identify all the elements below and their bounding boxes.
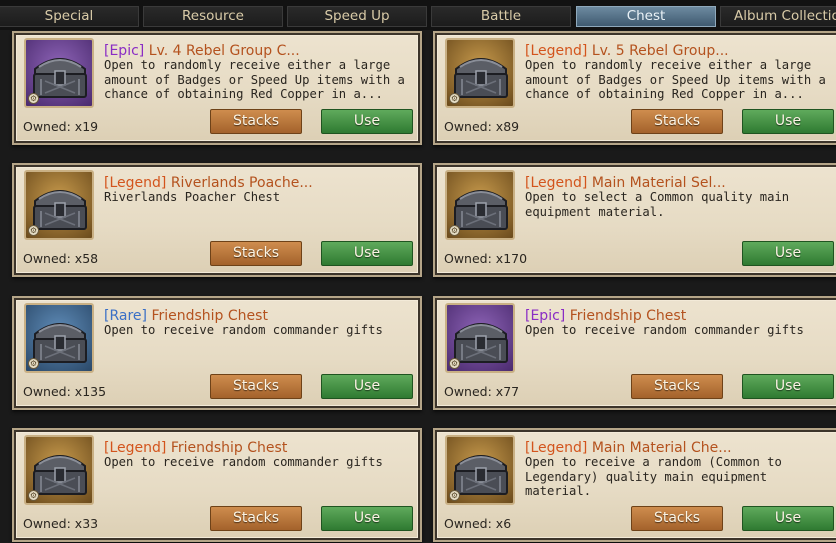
owned-count: Owned: x19 xyxy=(23,119,99,134)
gear-icon: ⚙ xyxy=(28,490,39,501)
stacks-button[interactable]: Stacks xyxy=(210,109,302,134)
item-description: Open to randomly receive either a large … xyxy=(104,58,405,101)
item-name: Friendship Chest xyxy=(170,440,288,456)
item-title: [Legend] Main Material Sel... xyxy=(525,175,833,191)
item-card: ⚙ [Epic] Lv. 4 Rebel Group C... Open to … xyxy=(12,31,422,145)
item-title: [Legend] Lv. 5 Rebel Group... xyxy=(525,43,833,59)
item-card: ⚙ [Legend] Main Material Sel... Open to … xyxy=(433,163,836,277)
use-button[interactable]: Use xyxy=(321,374,413,399)
item-card: ⚙ [Epic] Friendship Chest Open to receiv… xyxy=(433,296,836,410)
tab-album-collection[interactable]: Album Collection xyxy=(720,6,836,27)
use-button[interactable]: Use xyxy=(742,506,834,531)
owned-count: Owned: x89 xyxy=(444,119,520,134)
item-description: Open to receive random commander gifts xyxy=(104,323,383,337)
use-button[interactable]: Use xyxy=(742,241,834,266)
item-card: ⚙ [Rare] Friendship Chest Open to receiv… xyxy=(12,296,422,410)
item-description: Open to receive random commander gifts xyxy=(104,455,383,469)
item-rarity: [Rare] xyxy=(104,308,147,324)
item-icon-frame[interactable]: ⚙ xyxy=(445,38,515,108)
tab-chest[interactable]: Chest xyxy=(576,6,716,27)
item-icon-frame[interactable]: ⚙ xyxy=(24,38,94,108)
item-description: Open to receive random commander gifts xyxy=(525,323,804,337)
use-button[interactable]: Use xyxy=(321,506,413,531)
item-card: ⚙ [Legend] Riverlands Poache... Riverlan… xyxy=(12,163,422,277)
item-icon-frame[interactable]: ⚙ xyxy=(445,170,515,240)
stacks-button[interactable]: Stacks xyxy=(210,374,302,399)
item-title: [Legend] Main Material Che... xyxy=(525,440,833,456)
item-icon-frame[interactable]: ⚙ xyxy=(445,303,515,373)
item-rarity: [Epic] xyxy=(104,43,145,59)
item-name: Friendship Chest xyxy=(151,308,268,324)
use-button[interactable]: Use xyxy=(742,374,834,399)
item-icon-frame[interactable]: ⚙ xyxy=(24,435,94,505)
gear-icon: ⚙ xyxy=(449,358,460,369)
item-description: Open to randomly receive either a large … xyxy=(525,58,826,101)
item-title: [Epic] Friendship Chest xyxy=(525,308,833,324)
owned-count: Owned: x6 xyxy=(444,516,512,531)
gear-icon: ⚙ xyxy=(28,225,39,236)
item-description: Open to select a Common quality main equ… xyxy=(525,190,790,219)
stacks-button[interactable]: Stacks xyxy=(210,241,302,266)
item-card: ⚙ [Legend] Main Material Che... Open to … xyxy=(433,428,836,542)
item-name: Main Material Sel... xyxy=(591,175,726,191)
item-rarity: [Epic] xyxy=(525,308,566,324)
tab-special[interactable]: Special xyxy=(0,6,139,27)
item-rarity: [Legend] xyxy=(104,440,167,456)
item-title: [Rare] Friendship Chest xyxy=(104,308,412,324)
item-name: Main Material Che... xyxy=(591,440,732,456)
gear-icon: ⚙ xyxy=(449,93,460,104)
item-name: Lv. 5 Rebel Group... xyxy=(591,43,729,59)
stacks-button[interactable]: Stacks xyxy=(631,109,723,134)
owned-count: Owned: x77 xyxy=(444,384,520,399)
use-button[interactable]: Use xyxy=(321,241,413,266)
gear-icon: ⚙ xyxy=(28,93,39,104)
use-button[interactable]: Use xyxy=(321,109,413,134)
item-icon-frame[interactable]: ⚙ xyxy=(24,170,94,240)
stacks-button[interactable]: Stacks xyxy=(631,374,723,399)
owned-count: Owned: x33 xyxy=(23,516,99,531)
item-rarity: [Legend] xyxy=(104,175,167,191)
tab-battle[interactable]: Battle xyxy=(431,6,571,27)
owned-count: Owned: x58 xyxy=(23,251,99,266)
gear-icon: ⚙ xyxy=(449,490,460,501)
item-name: Friendship Chest xyxy=(569,308,687,324)
item-rarity: [Legend] xyxy=(525,43,588,59)
item-icon-frame[interactable]: ⚙ xyxy=(445,435,515,505)
item-icon-frame[interactable]: ⚙ xyxy=(24,303,94,373)
owned-count: Owned: x170 xyxy=(444,251,528,266)
stacks-button[interactable]: Stacks xyxy=(210,506,302,531)
item-name: Lv. 4 Rebel Group C... xyxy=(148,43,300,59)
gear-icon: ⚙ xyxy=(449,225,460,236)
gear-icon: ⚙ xyxy=(28,358,39,369)
use-button[interactable]: Use xyxy=(742,109,834,134)
item-description: Open to receive a random (Common to Lege… xyxy=(525,455,782,498)
item-title: [Legend] Friendship Chest xyxy=(104,440,412,456)
item-title: [Epic] Lv. 4 Rebel Group C... xyxy=(104,43,412,59)
item-name: Riverlands Poache... xyxy=(170,175,313,191)
item-title: [Legend] Riverlands Poache... xyxy=(104,175,412,191)
category-tab-bar: Special Resource Speed Up Battle Chest A… xyxy=(0,0,836,30)
owned-count: Owned: x135 xyxy=(23,384,107,399)
stacks-button[interactable]: Stacks xyxy=(631,506,723,531)
item-rarity: [Legend] xyxy=(525,175,588,191)
tab-speed-up[interactable]: Speed Up xyxy=(287,6,427,27)
item-card: ⚙ [Legend] Lv. 5 Rebel Group... Open to … xyxy=(433,31,836,145)
tab-resource[interactable]: Resource xyxy=(143,6,283,27)
item-description: Riverlands Poacher Chest xyxy=(104,190,281,204)
item-rarity: [Legend] xyxy=(525,440,588,456)
item-card: ⚙ [Legend] Friendship Chest Open to rece… xyxy=(12,428,422,542)
